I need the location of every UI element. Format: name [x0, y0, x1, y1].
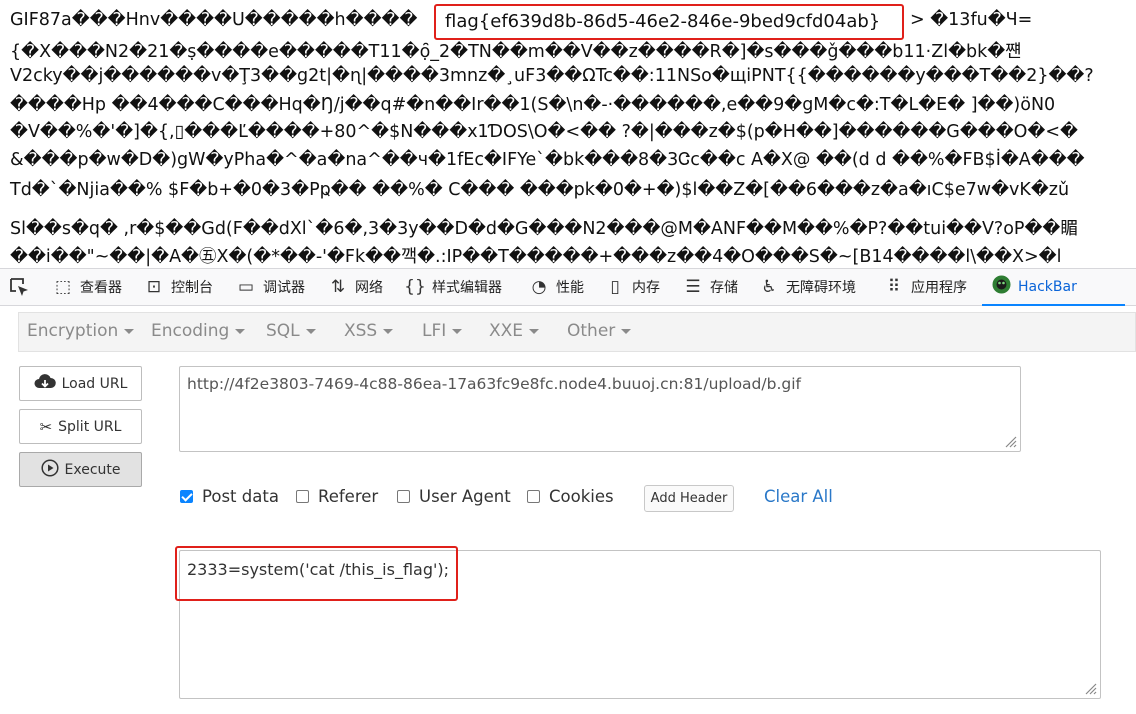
- url-value: http://4f2e3803-7469-4c88-86ea-17a63fc9e…: [187, 375, 801, 393]
- body-line: ⴸ2cky��j������v�Ţ3��g2t|�ɳ|����3mnz�¸uF3…: [10, 66, 1094, 86]
- add-header-button[interactable]: Add Header: [644, 485, 734, 512]
- clear-all-link[interactable]: Clear All: [764, 487, 833, 506]
- tab-label: 调试器: [263, 280, 305, 296]
- debugger-icon: ▭: [237, 277, 255, 297]
- tab-label: 控制台: [171, 280, 213, 296]
- chevron-down-icon: [124, 328, 135, 334]
- body-line-tail: > �13fu�Ч=: [906, 10, 1033, 30]
- tab-network[interactable]: ⇅ 网络: [327, 269, 383, 305]
- menu-label: XSS: [344, 321, 378, 341]
- user-agent-checkbox[interactable]: User Agent: [397, 487, 511, 506]
- flag-highlight: flag{ef639d8b-86d5-46e2-846e-9bed9cfd04a…: [434, 4, 904, 40]
- tab-label: 性能: [556, 280, 584, 296]
- chevron-down-icon: [235, 328, 246, 334]
- execute-button[interactable]: Execute: [19, 452, 142, 487]
- chevron-down-icon: [305, 328, 316, 334]
- storage-icon: ☰: [685, 277, 701, 297]
- menu-encryption[interactable]: Encryption: [27, 321, 135, 341]
- checkbox-icon: [296, 490, 309, 503]
- application-icon: ⠿: [887, 277, 901, 297]
- tab-label: 查看器: [80, 280, 122, 296]
- body-line: �V��%�'�]�{,▯���Ľ����+80^�$N���x1ƊOS\O�<…: [10, 122, 1078, 142]
- button-label: Execute: [64, 461, 121, 478]
- hackbar-icon: [990, 275, 1012, 299]
- checkbox-icon: [397, 490, 410, 503]
- cloud-download-icon: [34, 373, 56, 394]
- post-data-highlight: 2333=system('cat /this_is_flag');: [175, 546, 458, 601]
- option-label: User Agent: [419, 487, 511, 506]
- memory-icon: ▯: [610, 277, 620, 297]
- style-editor-icon: {}: [404, 277, 426, 297]
- menu-other[interactable]: Other: [567, 321, 632, 341]
- load-url-button[interactable]: Load URL: [19, 366, 142, 401]
- element-picker-icon[interactable]: [8, 276, 30, 298]
- option-label: Post data: [202, 487, 279, 506]
- body-line: Td�`�Njia��% $F�b+�0�3�Pҏ�� ��%� C��� ��…: [10, 180, 1070, 200]
- tab-inspector[interactable]: ⬚ 查看器: [52, 269, 122, 305]
- cookies-checkbox[interactable]: Cookies: [527, 487, 614, 506]
- chevron-down-icon: [383, 328, 394, 334]
- chevron-down-icon: [529, 328, 540, 334]
- menu-xss[interactable]: XSS: [344, 321, 394, 341]
- accessibility-icon: ♿: [761, 277, 777, 297]
- tab-memory[interactable]: ▯ 内存: [604, 269, 660, 305]
- body-line: ����Hp ��4���C���Hq�Ŋ/j��q#�n��Ir��1(S�\…: [10, 95, 1056, 115]
- body-line: &���p�w�D�)gW�yPha�^�a�na^��ч�1fEc�IFYe`…: [10, 150, 1085, 170]
- menu-label: SQL: [266, 321, 300, 341]
- tab-style-editor[interactable]: {} 样式编辑器: [404, 269, 502, 305]
- tab-label: 存储: [710, 280, 738, 296]
- option-label: Cookies: [549, 487, 614, 506]
- url-textarea[interactable]: http://4f2e3803-7469-4c88-86ea-17a63fc9e…: [179, 366, 1021, 452]
- performance-icon: ◔: [531, 277, 547, 297]
- inspector-icon: ⬚: [54, 277, 72, 297]
- tab-label: 网络: [355, 280, 383, 296]
- body-line: GIF87a���Hnv����U�����h����: [10, 10, 418, 30]
- split-url-button[interactable]: ✂ Split URL: [19, 409, 142, 444]
- button-label: Split URL: [58, 418, 122, 435]
- menu-label: LFI: [422, 321, 447, 341]
- post-data-checkbox[interactable]: Post data: [180, 487, 279, 506]
- tab-console[interactable]: ⊡ 控制台: [143, 269, 213, 305]
- tab-application[interactable]: ⠿ 应用程序: [883, 269, 967, 305]
- referer-checkbox[interactable]: Referer: [296, 487, 378, 506]
- body-line: {�X���N2�21�ṣ����e�����T11�ọ̑_2�TN��m��V…: [10, 42, 1022, 62]
- menu-label: Encoding: [151, 321, 230, 341]
- scissors-icon: ✂: [39, 417, 53, 436]
- tab-accessibility[interactable]: ♿ 无障碍环境: [758, 269, 856, 305]
- tab-label: 内存: [632, 280, 660, 296]
- console-icon: ⊡: [146, 277, 162, 297]
- menu-sql[interactable]: SQL: [266, 321, 316, 341]
- menu-xxe[interactable]: XXE: [489, 321, 540, 341]
- menu-label: Other: [567, 321, 616, 341]
- body-line: ��i��"~��|�A�㊄X�(�*��-'�Fk��깩�.:IP��T���…: [10, 247, 1062, 267]
- menu-label: XXE: [489, 321, 524, 341]
- resize-handle-icon[interactable]: [1003, 434, 1017, 448]
- button-label: Load URL: [61, 375, 128, 392]
- tab-label: 无障碍环境: [786, 280, 856, 296]
- menu-label: Encryption: [27, 321, 119, 341]
- checkbox-icon: [527, 490, 540, 503]
- resize-handle-icon[interactable]: [1083, 681, 1097, 695]
- tab-label: HackBar: [1018, 279, 1077, 295]
- network-icon: ⇅: [330, 277, 346, 297]
- chevron-down-icon: [452, 328, 463, 334]
- checkbox-checked-icon: [180, 490, 193, 503]
- menu-lfi[interactable]: LFI: [422, 321, 463, 341]
- option-label: Referer: [318, 487, 379, 506]
- tab-debugger[interactable]: ▭ 调试器: [235, 269, 305, 305]
- play-circle-icon: [40, 458, 59, 481]
- body-line: Sl��s�q� ,r�$��Gd(F��dXl`�6�,3�3y��D�d�G…: [10, 219, 1078, 239]
- tab-hackbar[interactable]: HackBar: [982, 269, 1125, 306]
- tab-label: 应用程序: [911, 280, 967, 296]
- response-body: GIF87a���Hnv����U�����h���� {�X���N2�21�…: [0, 0, 1136, 268]
- tab-label: 样式编辑器: [432, 280, 502, 296]
- tab-performance[interactable]: ◔ 性能: [528, 269, 584, 305]
- tab-storage[interactable]: ☰ 存储: [682, 269, 738, 305]
- post-data-value: 2333=system('cat /this_is_flag');: [187, 560, 450, 579]
- chevron-down-icon: [621, 328, 632, 334]
- devtools-toolbar: ⬚ 查看器 ⊡ 控制台 ▭ 调试器 ⇅ 网络 {} 样式编辑器 ◔ 性能 ▯ 内…: [0, 268, 1136, 306]
- menu-encoding[interactable]: Encoding: [151, 321, 246, 341]
- hackbar-menu: Encryption Encoding SQL XSS LFI XXE Othe…: [18, 312, 1136, 352]
